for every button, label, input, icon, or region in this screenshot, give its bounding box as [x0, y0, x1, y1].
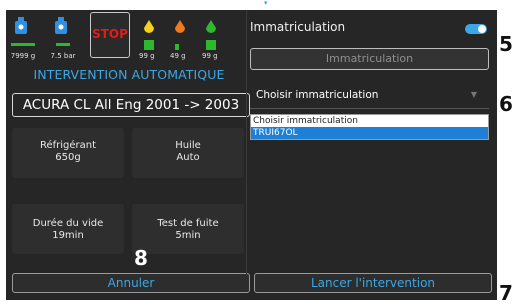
leak-test-label: Test de fuite	[157, 218, 219, 229]
oil-card[interactable]: Huile Auto	[132, 128, 244, 178]
stop-button[interactable]: STOP	[90, 12, 130, 58]
leak-test-param: Test de fuite 5min	[132, 218, 244, 242]
vacuum-card[interactable]: Durée du vide 19min	[12, 204, 124, 254]
vehicle-selector[interactable]: ACURA CL All Eng 2001 -> 2003	[12, 93, 250, 117]
top-chevron-icon: ▾	[264, 0, 268, 7]
pressure-bottle-icon	[55, 17, 67, 34]
oil-value: Auto	[176, 152, 200, 163]
refrigerant-level-bar	[11, 43, 35, 46]
leak-test-value: 5min	[175, 230, 201, 241]
status-row: 7999 g 7.5 bar STOP 99 g 49 g 99 g	[6, 10, 246, 68]
device-screen: 7999 g 7.5 bar STOP 99 g 49 g 99 g INTER…	[6, 10, 497, 300]
cancel-button[interactable]: Annuler	[12, 273, 250, 293]
orange-level-bar	[175, 44, 179, 50]
chevron-down-icon: ▼	[470, 90, 477, 99]
refrigerant-param: Réfrigérant 650g	[12, 140, 124, 164]
panel-divider	[246, 10, 247, 276]
refrigerant-value: 650g	[55, 152, 81, 163]
refrigerant-gauge: 7999 g	[10, 16, 36, 66]
green-drop-icon	[206, 20, 216, 33]
yellow-drop-icon	[144, 20, 154, 33]
registration-select[interactable]: Choisir immatriculation ▼	[250, 85, 489, 107]
leak-test-card[interactable]: Test de fuite 5min	[132, 204, 244, 254]
vacuum-value: 19min	[52, 230, 84, 241]
vacuum-param: Durée du vide 19min	[12, 218, 124, 242]
orange-value: 49 g	[170, 52, 186, 60]
oil-param: Huile Auto	[132, 140, 244, 164]
yellow-level-bar	[144, 40, 154, 50]
pressure-level-bar	[56, 43, 70, 46]
refrigerant-card[interactable]: Réfrigérant 650g	[12, 128, 124, 178]
launch-intervention-button[interactable]: Lancer l'intervention	[254, 273, 492, 293]
registration-input[interactable]: Immatriculation	[250, 48, 489, 70]
callout-7: 7	[499, 281, 513, 305]
registration-toggle[interactable]	[465, 24, 487, 34]
select-underline	[250, 108, 489, 109]
top-strip: ▾	[6, 0, 497, 10]
green-level-bar	[206, 40, 216, 50]
callout-6: 6	[499, 92, 513, 116]
yellow-value: 99 g	[139, 52, 155, 60]
registration-title: Immatriculation	[250, 20, 346, 34]
refrigerant-gauge-value: 7999 g	[10, 52, 36, 60]
registration-select-value: Choisir immatriculation	[256, 89, 379, 101]
intervention-title: INTERVENTION AUTOMATIQUE	[33, 67, 225, 82]
refrigerant-bottle-icon	[15, 17, 27, 34]
orange-drop-icon	[175, 20, 185, 33]
oil-label: Huile	[175, 140, 201, 151]
callout-8: 8	[134, 246, 148, 270]
pressure-gauge-value: 7.5 bar	[50, 52, 76, 60]
pressure-gauge: 7.5 bar	[50, 16, 76, 66]
dropdown-option-trui67ol[interactable]: TRUI67OL	[251, 127, 488, 139]
vacuum-label: Durée du vide	[32, 218, 104, 229]
toggle-knob	[478, 25, 486, 33]
dropdown-option-placeholder[interactable]: Choisir immatriculation	[251, 115, 488, 127]
refrigerant-label: Réfrigérant	[39, 140, 97, 151]
stop-label: STOP	[92, 27, 128, 41]
registration-dropdown: Choisir immatriculation TRUI67OL	[250, 114, 489, 140]
callout-5: 5	[499, 32, 513, 56]
green-value: 99 g	[202, 52, 218, 60]
